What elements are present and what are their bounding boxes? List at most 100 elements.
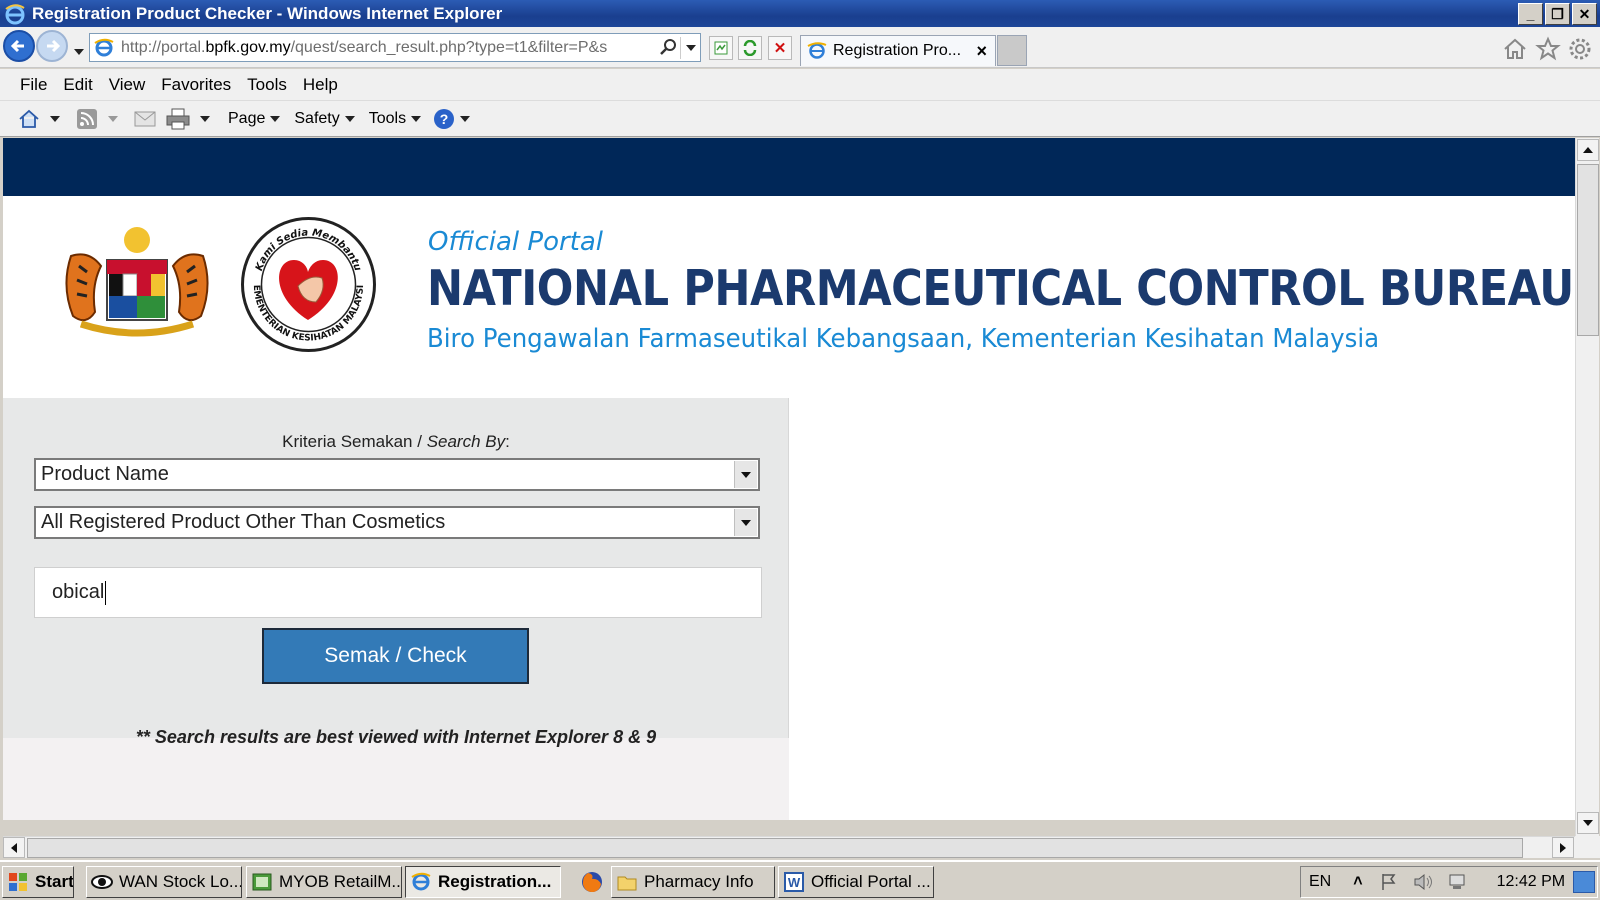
check-button[interactable]: Semak / Check: [262, 628, 529, 684]
home-icon[interactable]: [1502, 36, 1528, 62]
chevron-down-icon: [734, 509, 757, 536]
menu-edit[interactable]: Edit: [63, 75, 92, 95]
criteria-label-suffix: :: [505, 432, 510, 451]
gear-icon[interactable]: [1567, 36, 1593, 62]
horizontal-scrollbar[interactable]: [3, 836, 1575, 858]
help-menu[interactable]: ?: [433, 108, 471, 130]
left-arrow-icon: [11, 842, 17, 853]
home-command[interactable]: [18, 108, 60, 130]
mail-icon: [134, 111, 156, 126]
chevron-down-icon: [50, 115, 60, 122]
text-cursor: [105, 580, 107, 605]
menu-view[interactable]: View: [109, 75, 146, 95]
address-search-button[interactable]: [658, 37, 680, 59]
tools-menu-label: Tools: [368, 109, 407, 127]
url-path: /quest/search_result.php?type=t1&filter=…: [290, 38, 608, 56]
chevron-down-icon: [200, 115, 210, 122]
menu-help[interactable]: Help: [303, 75, 338, 95]
compatibility-view-button[interactable]: [709, 36, 733, 60]
taskbar-item-label: MYOB RetailM...: [279, 872, 402, 891]
tools-menu[interactable]: Tools: [368, 109, 422, 128]
print-command[interactable]: [166, 108, 210, 130]
coat-of-arms-logo: [65, 227, 209, 337]
address-dropdown[interactable]: [680, 37, 700, 59]
site-nav-band: [3, 138, 1575, 196]
menu-file[interactable]: File: [20, 75, 47, 95]
window-title-bar: Registration Product Checker - Windows I…: [0, 0, 1600, 27]
taskbar-item-registration[interactable]: Registration...: [405, 866, 561, 898]
minimize-button[interactable]: _: [1518, 3, 1543, 25]
scroll-left-button[interactable]: [3, 837, 25, 858]
volume-icon[interactable]: [1413, 872, 1435, 892]
page-content: Kami Sedia Membantu KEMENTERIAN KESIHATA…: [3, 138, 1575, 820]
new-tab-button[interactable]: [997, 35, 1027, 66]
horizontal-scroll-thumb[interactable]: [27, 838, 1523, 858]
tab-close-button[interactable]: ×: [976, 41, 987, 62]
taskbar-item-myob[interactable]: MYOB RetailM...: [246, 866, 402, 898]
chevron-down-icon: [74, 49, 84, 55]
menu-bar: File Edit View Favorites Tools Help: [0, 69, 1600, 101]
product-search-input[interactable]: obical: [34, 567, 762, 618]
taskbar-item-pharmacy-info[interactable]: Pharmacy Info: [611, 866, 775, 898]
eye-icon: [91, 875, 113, 889]
taskbar-item-wan-stock[interactable]: WAN Stock Lo...: [86, 866, 242, 898]
show-desktop-button[interactable]: [1573, 871, 1595, 893]
refresh-button[interactable]: [738, 36, 762, 60]
address-bar[interactable]: http://portal. bpfk.gov.my/quest/search_r…: [89, 33, 701, 62]
favorites-star-icon[interactable]: [1535, 36, 1561, 62]
action-center-flag-icon[interactable]: [1379, 872, 1399, 892]
safety-menu-label: Safety: [294, 109, 340, 127]
language-indicator[interactable]: EN: [1309, 873, 1331, 891]
safety-menu[interactable]: Safety: [294, 109, 355, 128]
chevron-down-icon: [108, 115, 118, 122]
scroll-right-button[interactable]: [1552, 837, 1574, 858]
help-icon: ?: [434, 108, 455, 129]
network-icon[interactable]: [1447, 872, 1469, 892]
tab-registration[interactable]: Registration Pro... ×: [800, 35, 996, 66]
back-button[interactable]: [3, 30, 35, 62]
search-query-text: obical: [52, 581, 105, 603]
stop-button[interactable]: ✕: [768, 36, 792, 60]
system-tray: EN ˄ 12:42 PM: [1300, 866, 1598, 898]
search-panel-footer: [3, 738, 789, 820]
menu-tools[interactable]: Tools: [247, 75, 287, 95]
address-row: http://portal. bpfk.gov.my/quest/search_r…: [0, 27, 1600, 68]
close-window-button[interactable]: ✕: [1572, 3, 1597, 25]
taskbar-item-label: WAN Stock Lo...: [119, 872, 242, 891]
search-icon: [660, 39, 676, 55]
right-arrow-icon: [1560, 842, 1566, 853]
mail-command[interactable]: [134, 110, 156, 128]
clock[interactable]: 12:42 PM: [1497, 873, 1565, 891]
site-title: NATIONAL PHARMACEUTICAL CONTROL BUREAU: [427, 260, 1574, 317]
category-select[interactable]: All Registered Product Other Than Cosmet…: [34, 506, 760, 539]
search-by-select[interactable]: Product Name: [34, 458, 760, 491]
vertical-scroll-thumb[interactable]: [1577, 164, 1599, 336]
search-criteria-label: Kriteria Semakan / Search By:: [3, 432, 789, 452]
taskbar: Start WAN Stock Lo... MYOB RetailM... Re…: [0, 860, 1600, 900]
history-dropdown[interactable]: [69, 40, 84, 60]
restore-button[interactable]: ❐: [1545, 3, 1570, 25]
window-title: Registration Product Checker - Windows I…: [32, 3, 503, 23]
chevron-down-icon: [344, 115, 355, 122]
firefox-icon[interactable]: [580, 870, 604, 899]
vertical-scrollbar[interactable]: [1575, 138, 1599, 836]
taskbar-item-official-portal[interactable]: W Official Portal ...: [778, 866, 934, 898]
page-menu[interactable]: Page: [228, 110, 281, 128]
tab-label: Registration Pro...: [833, 42, 962, 59]
chevron-down-icon: [460, 115, 471, 122]
forward-button[interactable]: [36, 30, 68, 62]
taskbar-item-label: Registration...: [438, 872, 552, 891]
url-domain: bpfk.gov.my: [205, 38, 291, 56]
forward-arrow-icon: [47, 39, 61, 53]
folder-icon: [617, 876, 637, 891]
tab-page-icon: [807, 42, 827, 59]
refresh-icon: [743, 40, 757, 56]
category-value: All Registered Product Other Than Cosmet…: [41, 511, 446, 533]
scroll-up-button[interactable]: [1577, 139, 1599, 161]
svg-text:?: ?: [440, 111, 449, 127]
start-button[interactable]: Start: [2, 866, 74, 898]
scroll-down-button[interactable]: [1577, 812, 1599, 834]
menu-favorites[interactable]: Favorites: [161, 75, 231, 95]
feeds-command[interactable]: [76, 108, 118, 130]
show-hidden-icons-icon[interactable]: ˄: [1353, 873, 1362, 891]
